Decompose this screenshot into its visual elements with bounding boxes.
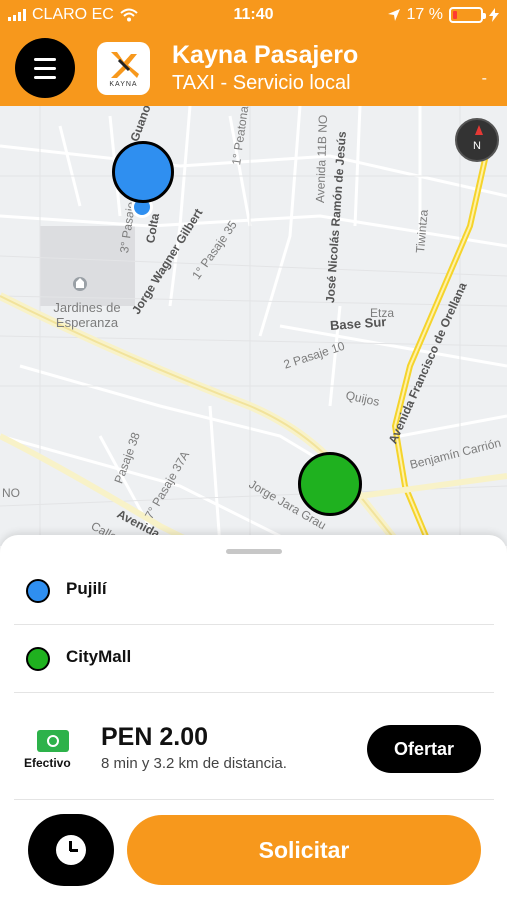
battery-percent: 17 % [406, 6, 443, 23]
cash-icon[interactable] [37, 730, 69, 752]
destination-pin[interactable] [298, 452, 362, 516]
destination-dot-icon [26, 647, 50, 671]
header-trailing-text: - [481, 70, 487, 87]
hamburger-icon [34, 57, 56, 61]
origin-label: Pujilí [66, 579, 107, 598]
trip-estimate: 8 min y 3.2 km de distancia. [101, 755, 287, 772]
location-arrow-icon [387, 9, 400, 21]
map-label: NO [2, 486, 20, 500]
origin-row[interactable]: Pujilí [14, 557, 494, 625]
kayna-logo-icon [110, 51, 139, 78]
request-button[interactable]: Solicitar [127, 815, 481, 885]
app-title: Kayna Pasajero [172, 41, 359, 69]
compass-letter: N [473, 140, 481, 152]
sheet-grabber[interactable] [226, 549, 282, 554]
service-subtitle: TAXI - Servicio local [172, 72, 351, 94]
divider [14, 799, 494, 800]
trip-sheet: Pujilí CityMall Efectivo PEN 2.00 8 min … [0, 535, 507, 900]
origin-pin[interactable] [112, 141, 174, 203]
app-logo: KAYNA [97, 42, 150, 95]
payment-method-label[interactable]: Efectivo [24, 756, 71, 770]
fare-price: PEN 2.00 [101, 723, 209, 751]
origin-dot-icon [26, 579, 50, 603]
charging-icon [489, 8, 499, 22]
menu-button[interactable] [15, 38, 75, 98]
clock-icon [56, 835, 86, 865]
offer-button[interactable]: Ofertar [367, 725, 481, 773]
destination-row[interactable]: CityMall [14, 625, 494, 693]
battery-icon [449, 7, 486, 23]
map-label: Etza [370, 306, 395, 320]
destination-label: CityMall [66, 647, 132, 666]
status-bar: CLARO EC 11:40 17 % [0, 0, 507, 30]
schedule-button[interactable] [28, 814, 114, 886]
compass-button[interactable]: N [455, 118, 499, 162]
app-header: CLARO EC 11:40 17 % KAYNA Kayna Pasajero… [0, 0, 507, 106]
map-label: Jardines de Esperanza [53, 300, 121, 330]
map-view[interactable]: Jardines de Esperanza Jorge Wagner Gilbe… [0, 106, 507, 546]
compass-needle-icon [475, 125, 483, 135]
